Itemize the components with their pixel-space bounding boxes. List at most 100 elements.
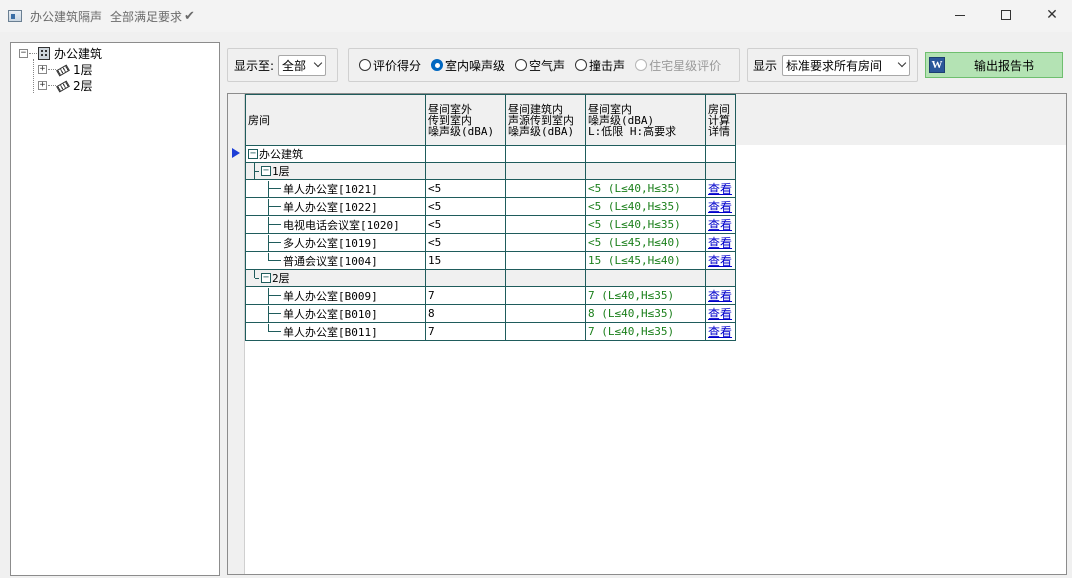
header-line: 详情 (708, 124, 730, 138)
outdoor-cell: 7 (425, 322, 506, 341)
expand-icon[interactable]: + (38, 80, 47, 90)
outdoor-cell: <5 (425, 179, 506, 198)
floor-name: 1层 (272, 165, 290, 178)
floor-icon (56, 64, 70, 77)
collapse-icon[interactable]: − (261, 166, 271, 176)
header-line: 声源传到室内 (508, 113, 574, 127)
room-cell: 电视电话会议室[1020] (245, 215, 426, 234)
indoor-source-cell (505, 286, 586, 305)
detail-cell: 查看 (705, 197, 736, 216)
tree-node-floor-1[interactable]: + 1层 (38, 61, 93, 77)
room-name: 单人办公室[B011] (283, 325, 378, 339)
radio-label: 撞击声 (589, 58, 626, 73)
check-icon: ✔ (184, 8, 195, 24)
radio-circle-checked[interactable] (431, 59, 444, 71)
detail-cell: 查看 (705, 179, 736, 198)
radio-airborne[interactable]: 空气声 (515, 57, 565, 74)
view-detail-link[interactable]: 查看 (708, 236, 732, 250)
header-line: L:低限 H:高要求 (588, 124, 677, 138)
indoor-level-cell: <5 (L≤45,H≤40) (585, 233, 706, 252)
outdoor-cell: 7 (425, 286, 506, 305)
tree-node-label: 2层 (73, 78, 93, 93)
tree-line (255, 170, 259, 172)
export-report-button[interactable]: W 输出报告书 (925, 52, 1063, 78)
radio-circle[interactable] (575, 59, 588, 71)
table-row[interactable]: 单人办公室[B011] 7 7 (L≤40,H≤35) 查看 (245, 322, 736, 341)
table-row[interactable]: 电视电话会议室[1020] <5 <5 (L≤40,H≤35) 查看 (245, 215, 736, 234)
indoor-source-cell (505, 269, 586, 287)
table-row[interactable]: 单人办公室[B010] 8 8 (L≤40,H≤35) 查看 (245, 304, 736, 323)
header-line: 房间 (708, 102, 730, 116)
view-detail-link[interactable]: 查看 (708, 218, 732, 232)
radio-circle[interactable] (359, 59, 371, 71)
table-row-building[interactable]: − 办公建筑 (245, 145, 736, 163)
room-name: 单人办公室[1021] (283, 182, 378, 196)
header-line: 传到室内 (428, 113, 472, 127)
table-row-floor[interactable]: −1层 (245, 162, 736, 180)
radio-indoor-noise[interactable]: 室内噪声级 (431, 57, 505, 74)
collapse-icon[interactable]: − (248, 149, 258, 159)
show-to-group: 显示至: 全部 (227, 48, 338, 82)
indoor-source-cell (505, 197, 586, 216)
indoor-source-cell (505, 233, 586, 252)
tree-line (255, 277, 259, 279)
radio-label: 评价得分 (373, 58, 422, 73)
tree-node-building[interactable]: − 办公建筑 (19, 45, 102, 61)
table-row[interactable]: 单人办公室[1022] <5 <5 (L≤40,H≤35) 查看 (245, 197, 736, 216)
show-to-select[interactable]: 全部 (278, 54, 327, 76)
minimize-button[interactable] (937, 0, 983, 30)
table-row-floor[interactable]: −2层 (245, 269, 736, 287)
view-detail-link[interactable]: 查看 (708, 182, 732, 196)
collapse-icon[interactable]: − (19, 48, 28, 58)
header-outdoor[interactable]: 昼间室外 传到室内 噪声级(dBA) (425, 94, 506, 146)
tree-node-label: 办公建筑 (54, 46, 103, 61)
view-detail-link[interactable]: 查看 (708, 325, 732, 339)
radio-score[interactable]: 评价得分 (359, 57, 421, 74)
table-row[interactable]: 单人办公室[1021] <5 <5 (L≤40,H≤35) 查看 (245, 179, 736, 198)
word-icon: W (929, 57, 945, 73)
header-indoor-source[interactable]: 昼间建筑内 声源传到室内 噪声级(dBA) (505, 94, 586, 146)
outdoor-cell (425, 145, 506, 163)
header-room-label: 房间 (248, 113, 270, 127)
radio-circle-disabled (635, 59, 648, 71)
close-button[interactable]: ✕ (1029, 0, 1072, 30)
room-cell: 单人办公室[1021] (245, 179, 426, 198)
radio-label: 空气声 (529, 58, 566, 73)
view-detail-link[interactable]: 查看 (708, 254, 732, 268)
table-row[interactable]: 普通会议室[1004] 15 15 (L≤45,H≤40) 查看 (245, 251, 736, 270)
close-icon: ✕ (1046, 7, 1058, 23)
radio-label: 室内噪声级 (445, 58, 506, 73)
indoor-level-cell (585, 269, 706, 287)
minimize-icon (955, 14, 965, 16)
indoor-source-cell (505, 304, 586, 323)
detail-cell (705, 145, 736, 163)
table-row[interactable]: 多人办公室[1019] <5 <5 (L≤45,H≤40) 查看 (245, 233, 736, 252)
title-bar: 办公建筑隔声 全部满足要求 ✔ ✕ (0, 0, 1072, 32)
view-detail-link[interactable]: 查看 (708, 289, 732, 303)
show-to-label: 显示至: (234, 58, 275, 73)
header-detail[interactable]: 房间 计算 详情 (705, 94, 736, 146)
tree-line (269, 224, 281, 225)
header-indoor-level[interactable]: 昼间室内 噪声级(dBA) L:低限 H:高要求 (585, 94, 706, 146)
maximize-button[interactable] (983, 0, 1029, 30)
radio-impact[interactable]: 撞击声 (575, 57, 625, 74)
collapse-icon[interactable]: − (261, 273, 271, 283)
expand-icon[interactable]: + (38, 64, 47, 74)
view-detail-link[interactable]: 查看 (708, 200, 732, 214)
indoor-source-cell (505, 322, 586, 341)
room-cell: 单人办公室[B009] (245, 286, 426, 305)
room-cell: 单人办公室[1022] (245, 197, 426, 216)
tree-node-floor-2[interactable]: + 2层 (38, 77, 93, 93)
header-room[interactable]: 房间 (245, 94, 426, 146)
outdoor-cell: 15 (425, 251, 506, 270)
table-row[interactable]: 单人办公室[B009] 7 7 (L≤40,H≤35) 查看 (245, 286, 736, 305)
display-filter-select[interactable]: 标准要求所有房间 (782, 54, 911, 76)
tree-line (269, 242, 281, 243)
view-detail-link[interactable]: 查看 (708, 307, 732, 321)
chevron-down-icon (313, 58, 323, 67)
radio-circle[interactable] (515, 59, 528, 71)
tree-line (269, 260, 281, 261)
header-line: 噪声级(dBA) (508, 124, 575, 138)
header-line: 昼间室外 (428, 102, 472, 116)
indoor-level-cell: <5 (L≤40,H≤35) (585, 215, 706, 234)
